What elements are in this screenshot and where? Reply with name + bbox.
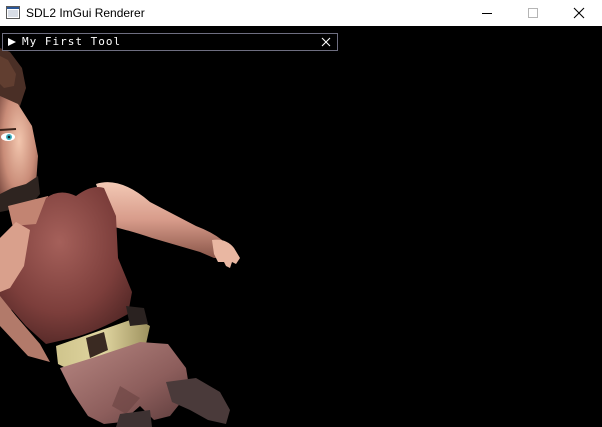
window-app-icon[interactable] <box>6 6 20 19</box>
triangle-right-icon[interactable] <box>8 38 16 46</box>
close-icon <box>573 7 585 19</box>
minimize-button[interactable] <box>464 0 510 26</box>
window-title: SDL2 ImGui Renderer <box>26 6 145 20</box>
title-bar[interactable]: SDL2 ImGui Renderer <box>0 0 602 26</box>
minimize-icon <box>482 13 492 14</box>
maximize-icon <box>528 8 538 18</box>
close-button[interactable] <box>556 0 602 26</box>
imgui-window-title: My First Tool <box>22 35 122 48</box>
maximize-button[interactable] <box>510 0 556 26</box>
render-viewport[interactable]: My First Tool <box>0 26 602 427</box>
app-window: SDL2 ImGui Renderer My First Tool <box>0 0 602 427</box>
imgui-tool-window[interactable]: My First Tool <box>2 33 338 51</box>
3d-character-model <box>0 48 240 427</box>
close-x-icon[interactable] <box>321 37 331 47</box>
